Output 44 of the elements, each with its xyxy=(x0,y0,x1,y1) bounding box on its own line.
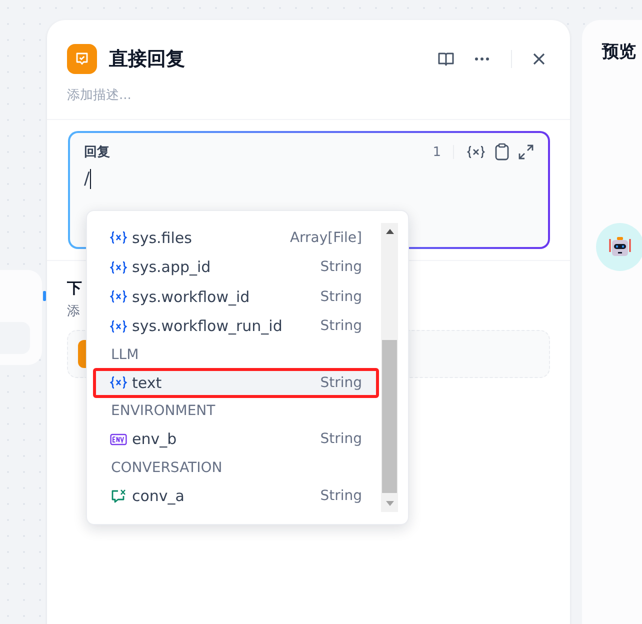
robot-avatar xyxy=(596,223,642,271)
preview-title: 预览 xyxy=(602,41,637,63)
variable-icon xyxy=(110,290,127,304)
variable-name: text xyxy=(132,374,162,392)
variable-icon[interactable] xyxy=(466,144,486,160)
variable-type: String xyxy=(320,488,362,504)
panel-title: 直接回复 xyxy=(109,47,185,72)
variable-name: conv_a xyxy=(132,486,184,505)
variable-item[interactable]: conv_a String xyxy=(93,481,379,510)
clipboard-icon[interactable] xyxy=(494,143,510,161)
variable-name: sys.workflow_run_id xyxy=(132,317,282,336)
variable-item[interactable]: text String xyxy=(93,368,379,398)
variable-icon xyxy=(110,320,127,333)
variable-item[interactable]: env_b String xyxy=(93,424,379,454)
variable-name: sys.workflow_id xyxy=(132,288,250,306)
variable-icon xyxy=(110,231,127,244)
chat-icon xyxy=(110,488,127,503)
group-heading: ENVIRONMENT xyxy=(110,402,216,421)
variable-name: sys.app_id xyxy=(132,258,211,276)
variable-icon xyxy=(110,376,127,390)
section-title: 下 xyxy=(67,279,82,298)
group-heading: CONVERSATION xyxy=(110,458,224,478)
character-count: 1 xyxy=(432,144,441,160)
variable-type: String xyxy=(320,374,362,391)
group-heading: LLM xyxy=(110,346,140,364)
reply-node-icon xyxy=(67,44,97,74)
variable-type: String xyxy=(320,318,362,334)
section-description: 添 xyxy=(67,303,80,320)
variable-type: String xyxy=(320,259,362,276)
variable-type: Array[File] xyxy=(290,230,362,246)
variable-icon xyxy=(110,260,127,274)
scrollbar[interactable] xyxy=(381,223,398,512)
variable-item[interactable]: sys.workflow_run_id String xyxy=(93,312,379,341)
variable-type: String xyxy=(320,431,362,448)
field-label: 回复 xyxy=(84,144,110,161)
expand-icon[interactable] xyxy=(518,144,534,160)
env-icon xyxy=(110,432,127,446)
variable-item[interactable]: sys.workflow_id String xyxy=(93,282,379,312)
variable-name: sys.files xyxy=(132,228,192,247)
variable-name: env_b xyxy=(132,430,177,448)
connection-handle[interactable] xyxy=(43,291,46,301)
reply-text: / xyxy=(84,169,92,189)
variable-type: String xyxy=(320,288,362,305)
variable-item[interactable]: sys.app_id String xyxy=(93,252,379,282)
